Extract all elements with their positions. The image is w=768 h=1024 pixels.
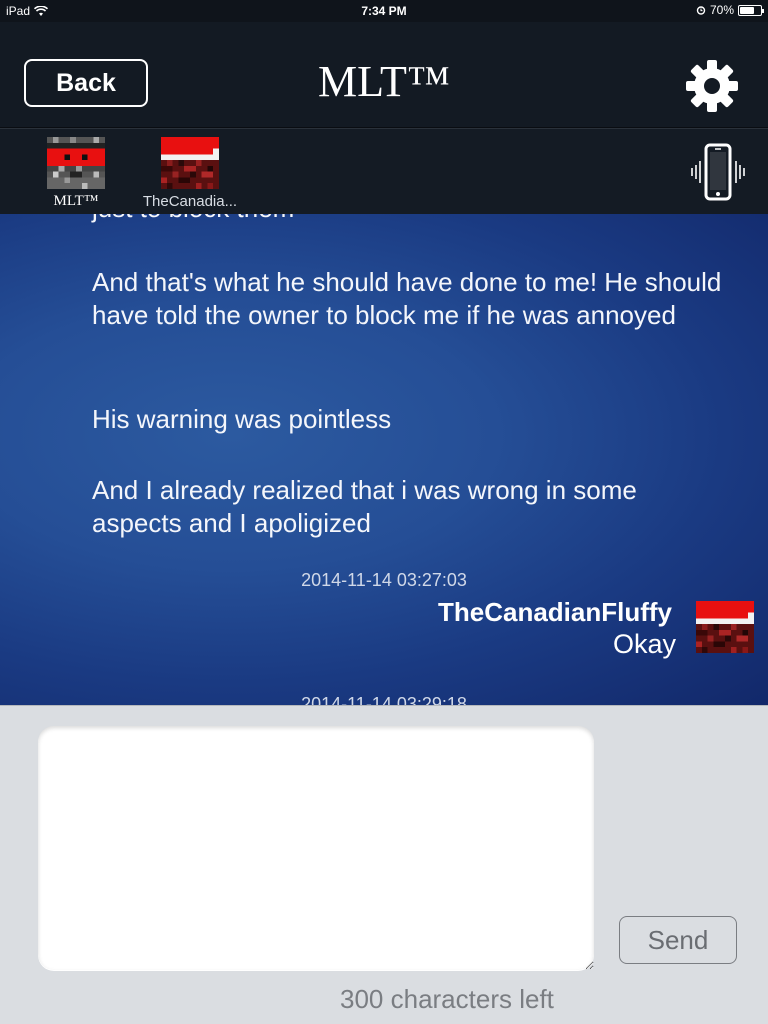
message-text: Okay	[612, 629, 676, 659]
nav-header: Back MLT™	[0, 22, 768, 128]
composer: Send 300 characters left	[0, 705, 768, 1024]
settings-button[interactable]	[684, 58, 740, 114]
message-text: His warning was pointless	[92, 404, 392, 434]
character-counter: 300 characters left	[340, 984, 554, 1014]
status-time: 7:34 PM	[361, 4, 407, 18]
participant-name: MLT™	[53, 193, 99, 209]
avatar[interactable]	[696, 601, 754, 653]
send-button[interactable]: Send	[619, 916, 737, 964]
status-bar: iPad 7:34 PM 70%	[0, 0, 768, 22]
page-title: MLT™	[318, 57, 450, 106]
alarm-icon	[696, 6, 706, 15]
participant-thecanadianfluffy[interactable]: TheCanadia...	[130, 137, 250, 210]
message-sender: TheCanadianFluffy	[437, 597, 672, 627]
gear-icon	[686, 60, 738, 112]
avatar	[47, 137, 105, 189]
participant-mlt[interactable]: MLT™	[44, 137, 108, 210]
message-timestamp: 2014-11-14 03:27:03	[301, 570, 467, 590]
battery-percent: 70%	[709, 3, 734, 17]
message-text: And that's what he should have done to m…	[92, 267, 722, 330]
participant-name: TheCanadia...	[142, 193, 238, 210]
avatar	[161, 137, 219, 189]
chat-messages[interactable]: just to block them And that's what he sh…	[0, 214, 768, 705]
status-right: 70%	[696, 3, 764, 17]
vibrate-button[interactable]	[690, 143, 746, 201]
battery-fill	[740, 6, 754, 14]
participants-bar: MLT™ TheCanadia...	[0, 128, 768, 214]
message-timestamp: 2014-11-14 03:29:18	[301, 694, 467, 705]
message-text: And I already realized that i was wrong …	[92, 475, 637, 538]
message-text: just to block them	[92, 214, 732, 225]
battery-icon	[738, 4, 764, 16]
phone-vibrate-icon	[691, 143, 745, 201]
message-input[interactable]	[38, 726, 594, 970]
